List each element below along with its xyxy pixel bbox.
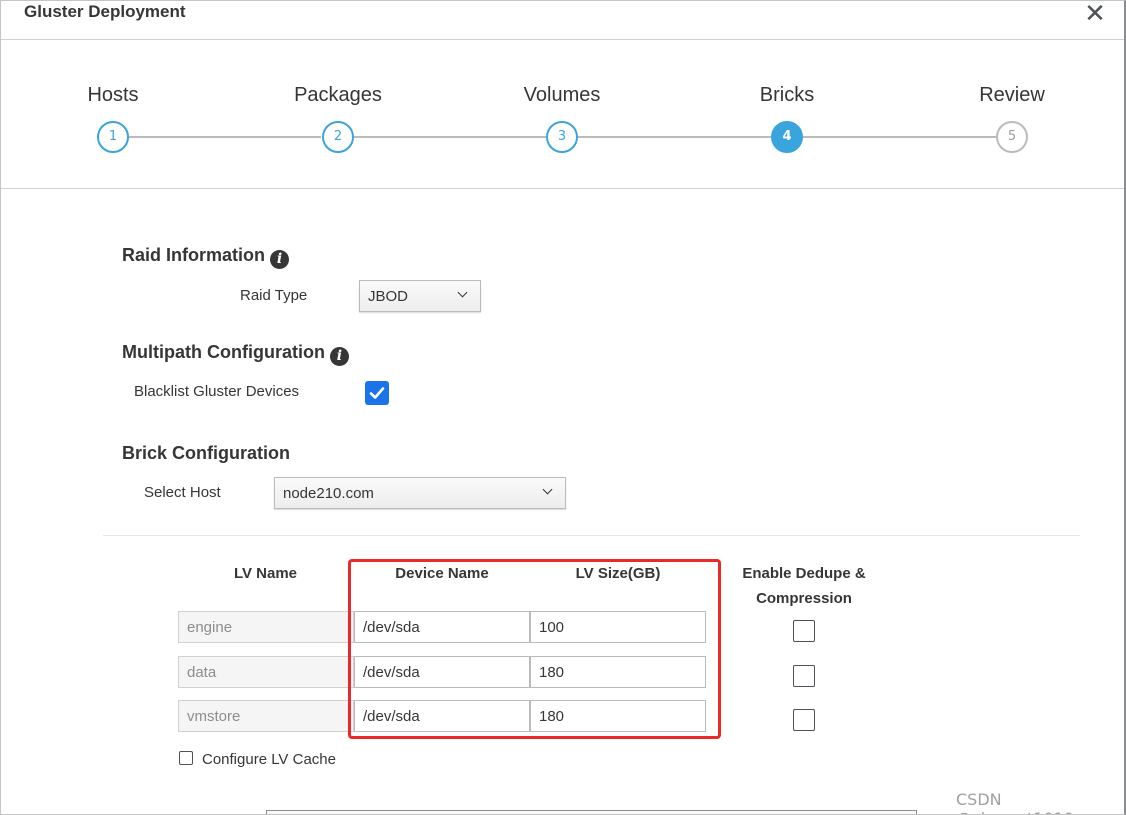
checkmark-icon [369,387,385,399]
blacklist-gluster-devices-label: Blacklist Gluster Devices [134,383,300,400]
wizard-steps: Hosts 1 Packages 2 Volumes 3 Bricks 4 Re… [1,40,1124,189]
info-circle-icon[interactable]: i [329,347,349,366]
lv-cache-panel-edge [266,810,917,814]
lv-name-field: data [178,656,354,688]
step-label: Volumes [523,84,601,106]
watermark-text: CSDN @charnet1019 [956,790,1074,814]
step-connector [129,136,321,138]
info-circle-icon[interactable]: i [270,250,289,269]
multipath-configuration-title: Multipath Configuration [122,342,325,362]
chevron-down-icon [457,287,468,298]
raid-type-select[interactable]: JBOD [359,280,481,312]
dialog-header: Gluster Deployment ✕ [1,1,1124,40]
configure-lv-cache-label: Configure LV Cache [202,751,336,768]
configure-lv-cache-checkbox[interactable] [179,751,193,765]
column-header-lv-size: LV Size(GB) [575,565,661,582]
lv-name-field: vmstore [178,700,354,732]
select-host-label: Select Host [144,484,221,501]
close-icon[interactable]: ✕ [1082,1,1108,27]
lv-name-field: engine [178,611,354,643]
gluster-deployment-dialog: Gluster Deployment ✕ Hosts 1 Packages 2 … [0,0,1126,815]
step-label: Bricks [759,84,815,106]
raid-information-heading: Raid Information i [122,245,289,269]
device-name-input[interactable]: /dev/sda [354,611,530,643]
multipath-configuration-heading: Multipath Configuration i [122,342,349,366]
brick-configuration-title: Brick Configuration [122,443,291,463]
step-number: 1 [97,121,129,153]
dedupe-header-line1: Enable Dedupe & [742,565,866,582]
enable-dedupe-checkbox[interactable] [793,620,815,642]
dedupe-header-line2: Compression [756,590,852,607]
step-label: Hosts [87,84,139,106]
step-number: 5 [996,121,1028,153]
section-divider [103,535,1080,536]
step-connector [578,136,771,138]
select-host-value: node210.com [283,485,374,502]
raid-type-value: JBOD [368,288,409,305]
column-header-device-name: Device Name [395,565,489,582]
lv-size-input[interactable]: 100 [530,611,706,643]
lv-size-input[interactable]: 180 [530,656,706,688]
column-header-lv-name: LV Name [233,565,298,582]
raid-type-label: Raid Type [240,287,308,304]
chevron-down-icon [542,484,553,495]
lv-size-input[interactable]: 180 [530,700,706,732]
step-label: Packages [294,84,382,106]
step-number: 3 [546,121,578,153]
dialog-title: Gluster Deployment [24,2,186,21]
enable-dedupe-checkbox[interactable] [793,665,815,687]
step-connector [353,136,546,138]
step-number: 2 [322,121,354,153]
column-header-dedupe: Enable Dedupe & Compression [714,561,894,611]
step-connector [803,136,996,138]
step-number: 4 [771,121,803,153]
raid-information-title: Raid Information [122,245,265,265]
device-name-input[interactable]: /dev/sda [354,700,530,732]
select-host-dropdown[interactable]: node210.com [274,477,566,509]
device-name-input[interactable]: /dev/sda [354,656,530,688]
enable-dedupe-checkbox[interactable] [793,709,815,731]
step-label: Review [979,84,1045,106]
blacklist-gluster-devices-checkbox[interactable] [365,381,389,405]
